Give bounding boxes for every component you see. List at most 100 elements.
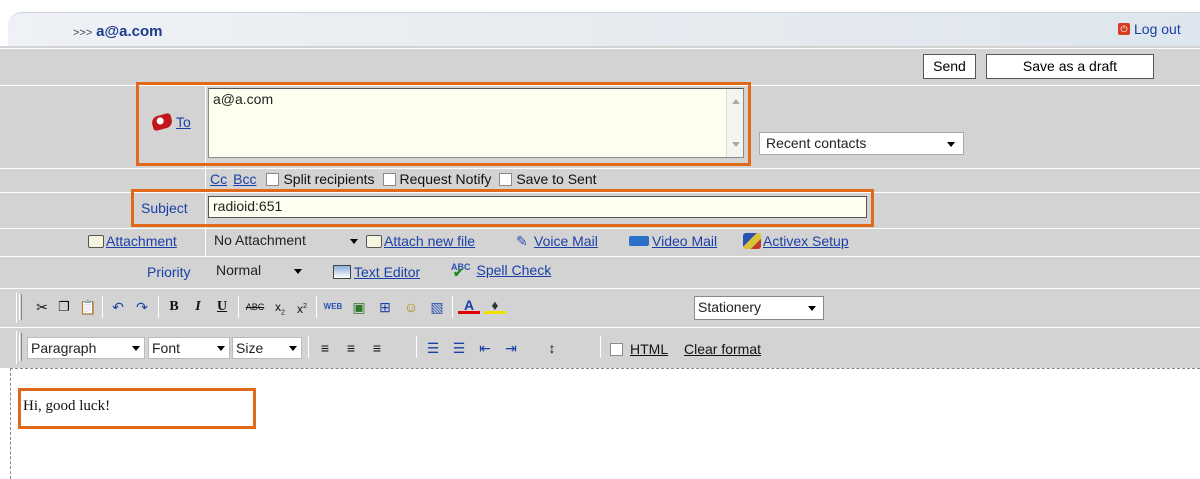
numbered-list-icon[interactable]: ☰ — [422, 339, 444, 357]
clear-format-link[interactable]: Clear format — [684, 341, 761, 357]
toolbar-separator — [600, 336, 601, 358]
voice-mail-button[interactable]: ✎ Voice Mail — [516, 233, 598, 249]
font-color-icon[interactable]: A — [458, 296, 480, 314]
attach-file-link[interactable]: Attach new file — [384, 233, 475, 249]
size-value: Size — [236, 340, 264, 356]
voice-mail-link[interactable]: Voice Mail — [534, 233, 598, 249]
camera-icon — [629, 236, 649, 246]
chevron-down-icon — [217, 346, 225, 351]
attachment-label[interactable]: Attachment — [88, 233, 177, 249]
to-scrollbar[interactable] — [726, 89, 743, 157]
video-mail-link[interactable]: Video Mail — [652, 233, 717, 249]
spell-check-link[interactable]: Spell Check — [477, 262, 552, 278]
toolbar-grip — [19, 294, 22, 320]
attachment-select[interactable]: No Attachment — [211, 232, 361, 253]
outdent-icon[interactable]: ⇤ — [474, 339, 496, 357]
toolbar-grip — [19, 333, 22, 361]
divider — [0, 168, 1200, 169]
toolbar-separator — [316, 296, 317, 318]
to-value: a@a.com — [213, 91, 274, 107]
recent-contacts-value: Recent contacts — [766, 135, 867, 151]
link-icon[interactable]: WEB — [322, 298, 344, 316]
table-icon[interactable]: ⊞ — [374, 298, 396, 316]
italic-icon[interactable]: I — [188, 298, 208, 316]
attach-file-button[interactable]: Attach new file — [366, 233, 475, 249]
request-notify-checkbox[interactable] — [382, 172, 396, 186]
highlight-color-icon[interactable]: ♦ — [484, 296, 506, 314]
toolbar-separator — [158, 296, 159, 318]
align-center-icon[interactable]: ≡ — [340, 339, 362, 357]
attachment-select-value: No Attachment — [214, 232, 306, 248]
cc-link[interactable]: Cc — [210, 171, 227, 187]
toolbar-separator — [308, 336, 309, 358]
stationery-select[interactable]: Stationery — [694, 296, 824, 320]
body-text: Hi, good luck! — [23, 398, 111, 414]
logout-button[interactable]: ⏻ Log out — [1118, 21, 1181, 37]
activex-setup-button[interactable]: Activex Setup — [743, 233, 849, 249]
to-link[interactable]: To — [176, 114, 191, 130]
send-button[interactable]: Send — [923, 54, 976, 79]
cut-icon[interactable]: ✂ — [32, 298, 52, 316]
font-select[interactable]: Font — [148, 337, 230, 359]
size-select[interactable]: Size — [232, 337, 302, 359]
copy-icon[interactable]: ❐ — [54, 298, 74, 316]
text-editor-icon — [333, 265, 351, 279]
to-label[interactable]: To — [150, 112, 191, 132]
chevron-down-icon — [132, 346, 140, 351]
save-draft-label: Save as a draft — [1022, 58, 1118, 74]
subject-value: radioid:651 — [213, 198, 283, 214]
undo-icon[interactable]: ↶ — [108, 298, 128, 316]
html-mode-link[interactable]: HTML — [630, 341, 668, 357]
toolbar-separator — [452, 296, 453, 318]
video-mail-button[interactable]: Video Mail — [629, 233, 717, 249]
spell-check-icon: ABC ✔ — [451, 261, 471, 280]
superscript-icon[interactable]: x2 — [292, 298, 312, 316]
attachment-link[interactable]: Attachment — [106, 233, 177, 249]
chevron-down-icon — [808, 306, 816, 311]
text-editor-button[interactable]: Text Editor — [333, 264, 420, 280]
paperclip-icon — [88, 234, 104, 248]
subject-label: Subject — [141, 200, 188, 216]
subject-input[interactable]: radioid:651 — [208, 196, 867, 218]
emoticon-icon[interactable]: ☺ — [400, 298, 422, 316]
chevron-down-icon — [289, 346, 297, 351]
picture-icon[interactable]: ▧ — [426, 298, 448, 316]
toolbar-separator — [238, 296, 239, 318]
logout-icon: ⏻ — [1118, 23, 1130, 35]
underline-icon[interactable]: U — [212, 298, 232, 316]
recent-contacts-select[interactable]: Recent contacts — [759, 132, 964, 155]
indent-icon[interactable]: ⇥ — [500, 339, 522, 357]
subscript-icon[interactable]: x2 — [270, 298, 290, 316]
align-right-icon[interactable]: ≡ — [366, 339, 388, 357]
scroll-up-icon[interactable] — [732, 99, 740, 104]
html-checkbox[interactable] — [610, 343, 623, 356]
paragraph-value: Paragraph — [31, 340, 97, 356]
image-icon[interactable]: ▣ — [348, 298, 370, 316]
priority-select[interactable]: Normal — [212, 262, 308, 283]
align-left-icon[interactable]: ≡ — [314, 339, 336, 357]
activex-setup-link[interactable]: Activex Setup — [763, 233, 849, 249]
to-field[interactable]: a@a.com — [208, 88, 744, 158]
bold-icon[interactable]: B — [164, 298, 184, 316]
logout-link[interactable]: Log out — [1134, 21, 1181, 37]
paragraph-select[interactable]: Paragraph — [27, 337, 145, 359]
spell-check-button[interactable]: ABC ✔ Spell Check — [451, 261, 552, 280]
bullet-list-icon[interactable]: ☰ — [448, 339, 470, 357]
divider — [0, 48, 1200, 49]
address-book-icon — [150, 112, 174, 132]
save-draft-button[interactable]: Save as a draft — [986, 54, 1154, 79]
paste-icon[interactable]: 📋 — [78, 298, 98, 316]
header-bar — [8, 12, 1200, 46]
text-editor-link[interactable]: Text Editor — [354, 264, 420, 280]
priority-select-value: Normal — [216, 262, 262, 278]
attach-file-icon — [366, 234, 382, 248]
strikethrough-icon[interactable]: ABC — [242, 298, 268, 316]
chevron-down-icon — [947, 142, 955, 147]
redo-icon[interactable]: ↷ — [132, 298, 152, 316]
split-recipients-checkbox[interactable] — [266, 172, 280, 186]
bcc-link[interactable]: Bcc — [233, 171, 256, 187]
chevron-down-icon — [350, 239, 358, 244]
save-to-sent-checkbox[interactable] — [499, 172, 513, 186]
line-spacing-icon[interactable]: ↕ — [540, 339, 564, 357]
scroll-down-icon[interactable] — [732, 142, 740, 147]
